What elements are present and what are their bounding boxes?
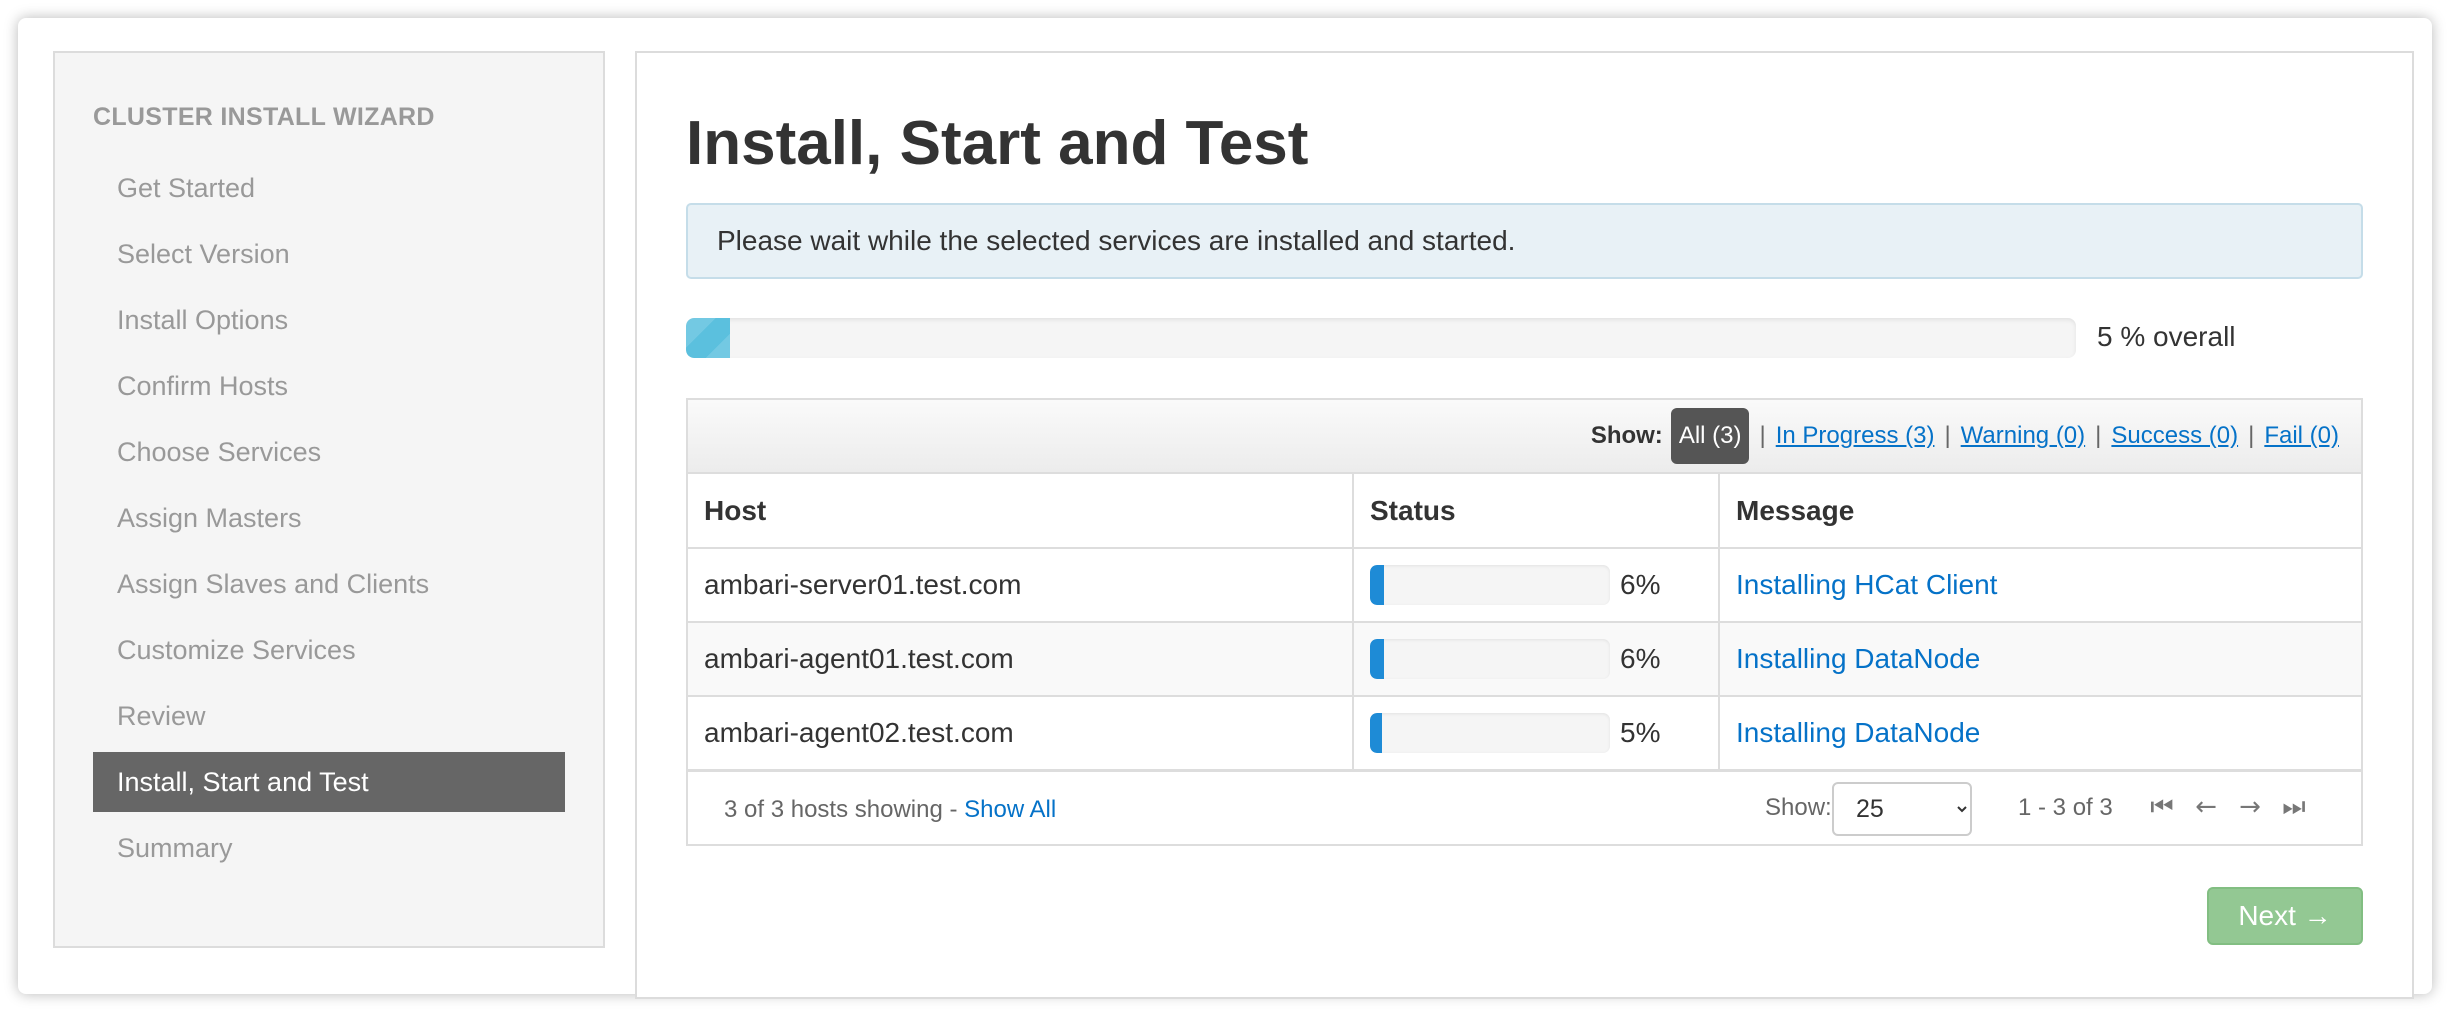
- message-cell: Installing HCat Client: [1718, 547, 2361, 623]
- next-button[interactable]: Next →: [2207, 887, 2363, 945]
- step-assign-masters[interactable]: Assign Masters: [93, 488, 565, 548]
- host-progress-bar: [1370, 713, 1610, 753]
- host-progress-bar: [1370, 565, 1610, 605]
- status-filter-bar: Show: All (3) | In Progress (3) | Warnin…: [688, 400, 2361, 474]
- message-column-header: Message: [1718, 474, 2361, 549]
- table-row: ambari-agent02.test.com 5% Installing Da…: [688, 695, 2361, 771]
- filter-separator: |: [2248, 422, 2255, 449]
- host-progress-fill: [1370, 565, 1385, 605]
- status-wrapper: 6%: [1370, 565, 1702, 605]
- step-summary[interactable]: Summary: [93, 818, 565, 878]
- page-title: Install, Start and Test: [686, 109, 1309, 178]
- pagination-controls: ⏮ ← → ⏭: [2140, 792, 2316, 823]
- show-all-link[interactable]: Show All: [964, 796, 1056, 823]
- status-column-header: Status: [1352, 474, 1720, 549]
- filter-all[interactable]: All (3): [1670, 408, 1750, 464]
- step-customize-services[interactable]: Customize Services: [93, 620, 565, 680]
- table-row: ambari-agent01.test.com 6% Installing Da…: [688, 621, 2361, 697]
- filter-separator: |: [1759, 422, 1766, 449]
- host-message-link[interactable]: Installing DataNode: [1736, 717, 1980, 748]
- filter-separator: |: [2095, 422, 2102, 449]
- filter-warning[interactable]: Warning (0): [1961, 422, 2085, 450]
- step-assign-slaves-clients[interactable]: Assign Slaves and Clients: [93, 554, 565, 614]
- filter-success[interactable]: Success (0): [2111, 422, 2238, 450]
- filter-fail[interactable]: Fail (0): [2264, 422, 2339, 450]
- status-wrapper: 5%: [1370, 713, 1702, 753]
- host-progress-percent: 6%: [1620, 643, 1661, 674]
- wizard-sidebar: CLUSTER INSTALL WIZARD Get Started Selec…: [53, 51, 605, 948]
- table-header-row: Host Status Message: [688, 474, 2361, 549]
- step-install-options[interactable]: Install Options: [93, 290, 565, 350]
- host-message-link[interactable]: Installing DataNode: [1736, 643, 1980, 674]
- host-name: ambari-agent01.test.com: [688, 621, 1354, 697]
- message-cell: Installing DataNode: [1718, 695, 2361, 771]
- hosts-table: Host Status Message ambari-server01.test…: [688, 474, 2361, 771]
- page-size-select[interactable]: 25: [1832, 782, 1972, 836]
- status-cell: 5%: [1352, 695, 1720, 771]
- host-progress-percent: 6%: [1620, 569, 1661, 600]
- host-progress-percent: 5%: [1620, 717, 1661, 748]
- table-row: ambari-server01.test.com 6% Installing H…: [688, 547, 2361, 623]
- table-footer: 3 of 3 hosts showing - Show All Show: 25…: [688, 770, 2361, 844]
- step-choose-services[interactable]: Choose Services: [93, 422, 565, 482]
- next-page-icon[interactable]: →: [2228, 792, 2272, 823]
- hosts-table-box: Show: All (3) | In Progress (3) | Warnin…: [686, 398, 2363, 846]
- message-cell: Installing DataNode: [1718, 621, 2361, 697]
- hosts-showing-text: 3 of 3 hosts showing -: [724, 796, 965, 823]
- hosts-showing-info: 3 of 3 hosts showing - Show All: [724, 796, 1056, 824]
- host-progress-bar: [1370, 639, 1610, 679]
- overall-progress-fill: [686, 318, 731, 358]
- last-page-icon[interactable]: ⏭: [2272, 792, 2316, 823]
- status-cell: 6%: [1352, 621, 1720, 697]
- host-progress-fill: [1370, 713, 1382, 753]
- status-cell: 6%: [1352, 547, 1720, 623]
- step-review[interactable]: Review: [93, 686, 565, 746]
- host-column-header: Host: [688, 474, 1354, 549]
- host-name: ambari-server01.test.com: [688, 547, 1354, 623]
- info-alert: Please wait while the selected services …: [686, 203, 2363, 279]
- status-wrapper: 6%: [1370, 639, 1702, 679]
- overall-progress-text: 5 % overall: [2097, 321, 2236, 352]
- step-select-version[interactable]: Select Version: [93, 224, 565, 284]
- filter-separator: |: [1944, 422, 1951, 449]
- wizard-steps: Get Started Select Version Install Optio…: [93, 158, 565, 884]
- host-progress-fill: [1370, 639, 1385, 679]
- host-name: ambari-agent02.test.com: [688, 695, 1354, 771]
- page-size-label: Show:: [1765, 794, 1832, 821]
- first-page-icon[interactable]: ⏮: [2140, 792, 2184, 823]
- step-confirm-hosts[interactable]: Confirm Hosts: [93, 356, 565, 416]
- host-message-link[interactable]: Installing HCat Client: [1736, 569, 1997, 600]
- app-window: CLUSTER INSTALL WIZARD Get Started Selec…: [18, 18, 2432, 999]
- main-panel: Install, Start and Test Please wait whil…: [635, 51, 2414, 999]
- step-get-started[interactable]: Get Started: [93, 158, 565, 218]
- overall-progress-bar: [686, 318, 2076, 358]
- pagination-range: 1 - 3 of 3: [2018, 794, 2113, 821]
- filter-in-progress[interactable]: In Progress (3): [1776, 422, 1935, 450]
- step-install-start-test[interactable]: Install, Start and Test: [93, 752, 565, 812]
- sidebar-title: CLUSTER INSTALL WIZARD: [93, 103, 435, 131]
- previous-page-icon[interactable]: ←: [2184, 792, 2228, 823]
- filter-show-label: Show:: [1590, 422, 1663, 449]
